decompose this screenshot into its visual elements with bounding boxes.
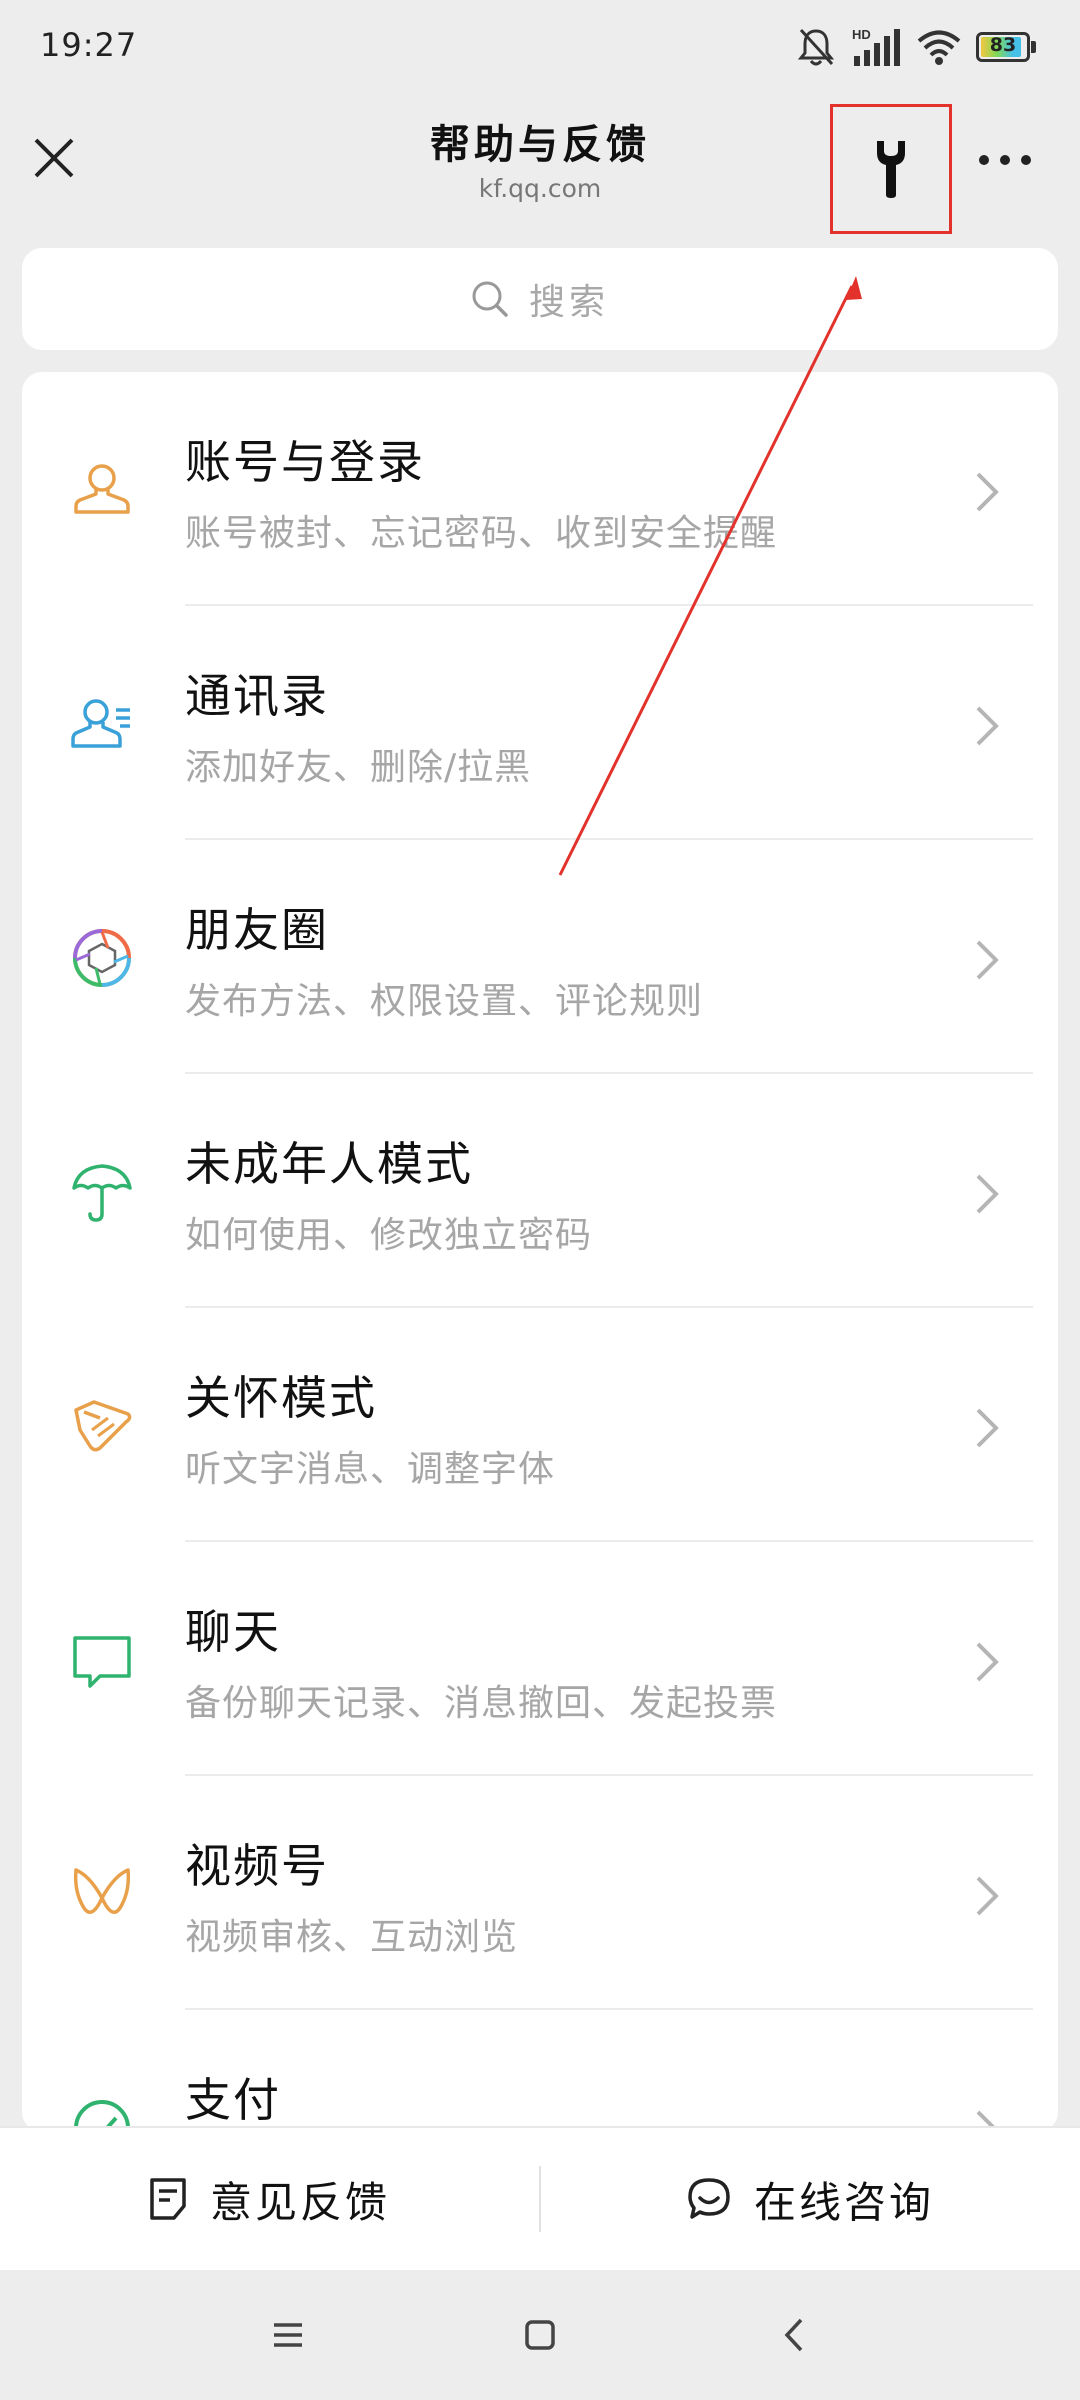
more-button[interactable] [970, 130, 1040, 190]
list-item[interactable]: 未成年人模式 如何使用、修改独立密码 [22, 1074, 1058, 1308]
moments-icon [73, 929, 131, 987]
home-button[interactable] [500, 2304, 580, 2366]
status-bar: 19:27 HD 83 [0, 0, 1080, 90]
item-title: 通讯录 [185, 669, 329, 723]
list-item[interactable]: 通讯录 添加好友、删除/拉黑 [22, 606, 1058, 840]
menu-icon [274, 2323, 302, 2347]
battery-level: 83 [989, 34, 1017, 56]
list-item[interactable]: 账号与登录 账号被封、忘记密码、收到安全提醒 [22, 372, 1058, 606]
system-nav-bar [0, 2270, 1080, 2400]
menu-button[interactable] [248, 2304, 328, 2366]
umbrella-icon [72, 1164, 132, 1222]
list-item[interactable]: 视频号 视频审核、互动浏览 [22, 1776, 1058, 2010]
bell-muted-icon [797, 28, 835, 66]
item-title: 未成年人模式 [185, 1137, 473, 1191]
item-title: 视频号 [185, 1839, 329, 1893]
list-item[interactable]: 关怀模式 听文字消息、调整字体 [22, 1308, 1058, 1542]
contacts-icon [71, 699, 130, 748]
consult-button[interactable]: 在线咨询 [541, 2128, 1079, 2270]
item-title: 账号与登录 [185, 435, 425, 489]
signal-icon: HD [852, 27, 900, 66]
chevron-right-icon [976, 1642, 999, 1682]
network-label: HD [852, 27, 871, 42]
back-button[interactable] [754, 2304, 834, 2366]
item-title: 聊天 [185, 1605, 281, 1659]
chevron-right-icon [976, 940, 999, 980]
more-icon [979, 155, 1031, 165]
bottom-action-bar: 意见反馈 在线咨询 [0, 2126, 1080, 2270]
feedback-label: 意见反馈 [209, 2177, 390, 2227]
item-desc: 如何使用、修改独立密码 [185, 1215, 593, 1256]
home-icon [525, 2320, 555, 2350]
channels-icon [73, 1868, 131, 1914]
chevron-right-icon [976, 1876, 999, 1916]
consult-label: 在线咨询 [753, 2177, 934, 2227]
feedback-doc-icon [150, 2178, 186, 2220]
status-icons: HD 83 [796, 22, 1036, 72]
item-desc: 视频审核、互动浏览 [185, 1917, 519, 1958]
help-topics-list: 账号与登录 账号被封、忘记密码、收到安全提醒 通讯录 添加好友、删除/拉黑 朋友… [22, 372, 1058, 2132]
wifi-icon [917, 30, 961, 65]
list-item[interactable]: 支付 [22, 2010, 1058, 2132]
chevron-right-icon [976, 1408, 999, 1448]
search-placeholder: 搜索 [528, 282, 609, 323]
item-desc: 发布方法、权限设置、评论规则 [185, 981, 704, 1022]
search-bar[interactable]: 搜索 [22, 248, 1058, 350]
item-desc: 备份聊天记录、消息撤回、发起投票 [185, 1683, 778, 1724]
back-icon [784, 2318, 803, 2352]
wrench-icon [877, 141, 905, 198]
item-title: 关怀模式 [185, 1371, 377, 1425]
item-desc: 账号被封、忘记密码、收到安全提醒 [185, 513, 778, 554]
nav-bar: 帮助与反馈 kf.qq.com [0, 90, 1080, 234]
chevron-right-icon [976, 1174, 999, 1214]
item-desc: 听文字消息、调整字体 [185, 1449, 556, 1490]
item-desc: 添加好友、删除/拉黑 [185, 747, 532, 788]
chevron-right-icon [976, 706, 999, 746]
care-icon [74, 1400, 132, 1452]
search-icon [472, 281, 508, 317]
chat-bubble-icon [688, 2178, 730, 2219]
list-item[interactable]: 聊天 备份聊天记录、消息撤回、发起投票 [22, 1542, 1058, 1776]
status-time: 19:27 [40, 26, 138, 64]
item-title: 支付 [185, 2073, 281, 2127]
chat-icon [73, 1636, 131, 1688]
battery-icon: 83 [976, 32, 1036, 62]
item-title: 朋友圈 [185, 903, 329, 957]
user-icon [74, 464, 130, 514]
feedback-button[interactable]: 意见反馈 [0, 2128, 538, 2270]
list-item[interactable]: 朋友圈 发布方法、权限设置、评论规则 [22, 840, 1058, 1074]
tool-button[interactable] [830, 104, 952, 234]
chevron-right-icon [976, 472, 999, 512]
